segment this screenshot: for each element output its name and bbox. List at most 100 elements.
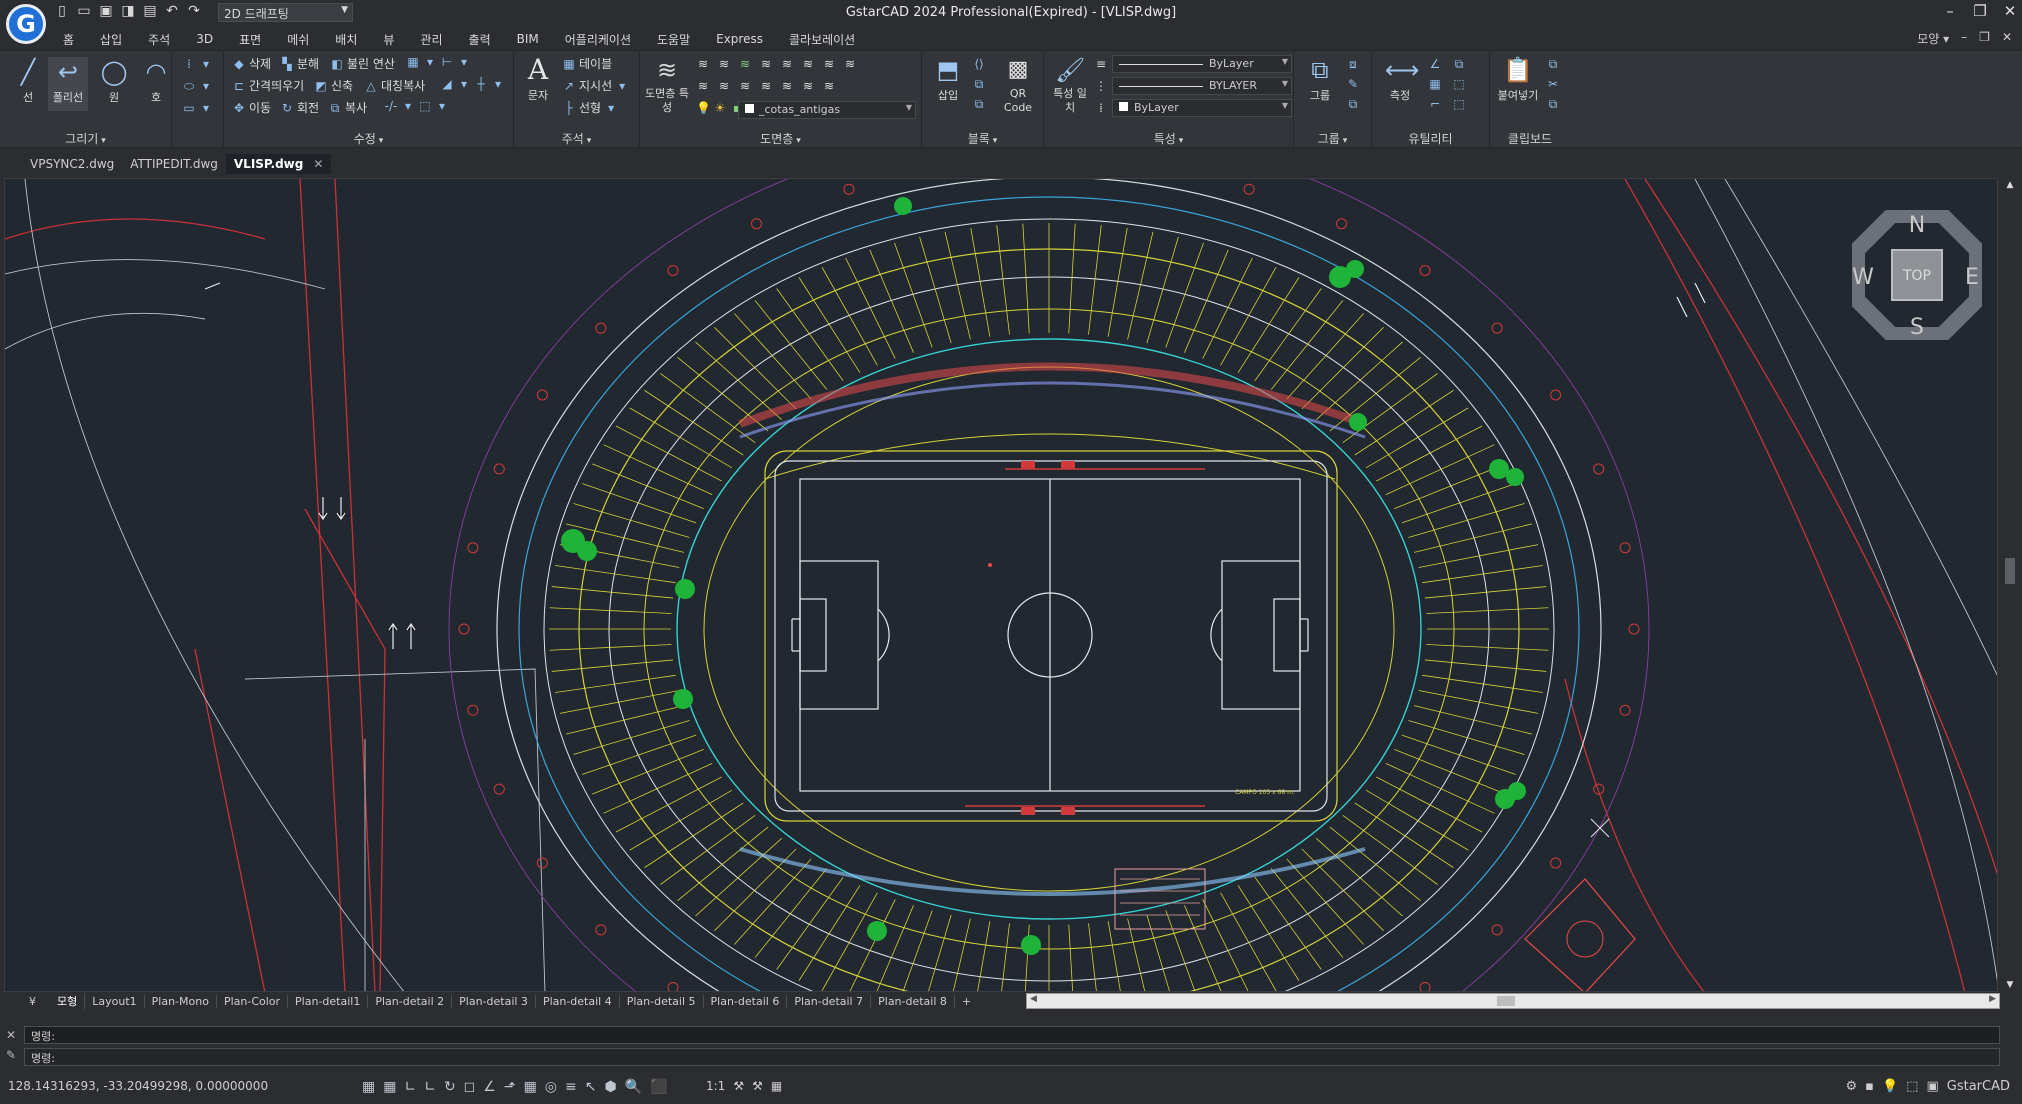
- ellipse-icon[interactable]: ⬭: [182, 79, 196, 93]
- settings-gear-icon[interactable]: ⚙: [1846, 1079, 1858, 1094]
- linear-dim-button[interactable]: ├ 선형 ▾: [562, 99, 618, 116]
- annotation-monitor-icon[interactable]: 🔍: [625, 1079, 642, 1095]
- save-icon[interactable]: ▣: [98, 3, 114, 19]
- close-button[interactable]: ✕: [2002, 2, 2018, 20]
- undo-icon[interactable]: ↶: [164, 3, 180, 19]
- rotate-button[interactable]: ↻ 회전: [280, 99, 319, 116]
- dynamic-ucs-icon[interactable]: ⬏: [504, 1079, 516, 1095]
- offset-button[interactable]: ⊏ 간격띄우기: [232, 77, 304, 94]
- panel-utilities-label[interactable]: 유틸리티: [1372, 130, 1489, 147]
- calculator-icon[interactable]: ▦: [1428, 77, 1442, 91]
- menu-item-surface[interactable]: 표면: [226, 31, 274, 48]
- cut-icon[interactable]: ✂: [1546, 77, 1560, 91]
- attribute-icon[interactable]: ⧉: [972, 97, 986, 111]
- app-logo[interactable]: G: [6, 4, 46, 44]
- fillet-tool[interactable]: ◢ ▾ ┼ ▾: [440, 77, 505, 91]
- annotation-visibility-icon[interactable]: ⚒: [733, 1079, 744, 1093]
- panel-block-label[interactable]: 블록 ▾: [922, 130, 1043, 147]
- menu-item-view[interactable]: 뷰: [370, 31, 407, 48]
- restore-button[interactable]: ❐: [1972, 2, 1988, 20]
- scroll-right-icon[interactable]: ▶: [1989, 994, 1996, 1004]
- trim-tool[interactable]: -/- ▾ ⬚ ▾: [384, 99, 449, 113]
- viewcube[interactable]: TOP N S E W: [1852, 210, 1982, 340]
- layer-unlock-icon[interactable]: ≋: [738, 79, 752, 93]
- copy-base-icon[interactable]: ⧉: [1546, 97, 1560, 111]
- stretch-button[interactable]: ◩ 신축: [314, 77, 353, 94]
- lineweight-toggle-icon[interactable]: ◎: [545, 1079, 557, 1095]
- menu-item-3d[interactable]: 3D: [183, 32, 226, 46]
- ribbon-close-button[interactable]: ✕: [2002, 30, 2012, 47]
- layer-delete-icon[interactable]: ≋: [780, 79, 794, 93]
- command-customize-icon[interactable]: ✎: [6, 1048, 16, 1062]
- line-button[interactable]: ╱ 선: [8, 57, 48, 105]
- layer-freeze-icon[interactable]: ≋: [759, 57, 773, 71]
- layer-lock-icon[interactable]: ≋: [780, 57, 794, 71]
- appearance-menu[interactable]: 모양 ▾: [1917, 30, 1949, 47]
- polar-icon[interactable]: ↻: [444, 1079, 456, 1095]
- explode-button[interactable]: ▚ 분해: [280, 55, 319, 72]
- new-file-icon[interactable]: ▯: [54, 3, 70, 19]
- table-button[interactable]: ▦ 테이블: [562, 55, 612, 72]
- group-edit-icon[interactable]: ✎: [1346, 77, 1360, 91]
- layout-tab-plan-detail6[interactable]: Plan-detail 6: [704, 994, 788, 1008]
- layout-tab-plan-detail7[interactable]: Plan-detail 7: [787, 994, 872, 1008]
- panel-annotation-label[interactable]: 주석 ▾: [514, 130, 639, 147]
- layout-tab-layout1[interactable]: Layout1: [85, 994, 145, 1008]
- scroll-left-icon[interactable]: ◀: [1030, 994, 1037, 1004]
- layout-tab-plan-detail1[interactable]: Plan-detail1: [288, 994, 369, 1008]
- mirror-button[interactable]: △ 대칭복사: [364, 77, 425, 94]
- otrack-icon[interactable]: ∠: [483, 1079, 496, 1095]
- layer-merge-icon[interactable]: ≋: [759, 79, 773, 93]
- scroll-down-icon[interactable]: ▼: [2002, 980, 2018, 990]
- copy-button[interactable]: ⧉ 복사: [328, 99, 367, 116]
- grid-icon[interactable]: ▦: [362, 1079, 375, 1095]
- compass-west[interactable]: W: [1852, 265, 1874, 290]
- panel-clipboard-label[interactable]: 클립보드: [1490, 130, 1570, 147]
- panel-group-label[interactable]: 그룹 ▾: [1294, 130, 1371, 147]
- array-button[interactable]: ▦ ▾ ⊢ ▾: [406, 55, 471, 69]
- arc-button[interactable]: ◠ 호: [136, 57, 176, 105]
- viewcube-top-label[interactable]: TOP: [1902, 268, 1931, 284]
- layer-thaw-icon[interactable]: ≋: [717, 79, 731, 93]
- sun-icon[interactable]: ☀: [713, 101, 727, 115]
- rectangle-icon[interactable]: ▭: [182, 101, 196, 115]
- vertical-scrollbar[interactable]: ▲ ▼: [2002, 178, 2018, 992]
- layout-tab-plan-color[interactable]: Plan-Color: [217, 994, 289, 1008]
- infer-icon[interactable]: ∟: [424, 1079, 436, 1095]
- isolate-objects-icon[interactable]: ⬚: [1906, 1079, 1918, 1094]
- menu-item-home[interactable]: 홈: [50, 31, 87, 48]
- text-button[interactable]: A 문자: [518, 55, 558, 103]
- filter-icon[interactable]: ⬚: [1452, 97, 1466, 111]
- snap-icon[interactable]: ▦: [383, 1079, 396, 1095]
- copy-clip-icon[interactable]: ⧉: [1546, 57, 1560, 71]
- annotation-scale[interactable]: 1:1 ⚒ ⚒ ▦: [706, 1079, 782, 1093]
- select-all-icon[interactable]: ⬚: [1452, 77, 1466, 91]
- menu-item-applications[interactable]: 어플리케이션: [552, 31, 644, 48]
- layout-tab-plan-detail2[interactable]: Plan-detail 2: [368, 994, 453, 1008]
- panel-properties-label[interactable]: 특성 ▾: [1044, 130, 1293, 147]
- menu-item-layout[interactable]: 배치: [322, 31, 370, 48]
- workspace-icon[interactable]: ⬛: [650, 1079, 667, 1095]
- point-icon[interactable]: ⁞: [182, 57, 196, 71]
- panel-layers-label[interactable]: 도면층 ▾: [640, 130, 921, 147]
- minimize-button[interactable]: –: [1942, 2, 1958, 20]
- layer-previous-icon[interactable]: ≋: [822, 57, 836, 71]
- measure-button[interactable]: ⟷ 측정: [1380, 55, 1420, 103]
- file-tab-attipedit[interactable]: ATTIPEDIT.dwg: [122, 154, 226, 174]
- layout-tab-plan-detail5[interactable]: Plan-detail 5: [620, 994, 704, 1008]
- layer-off-icon[interactable]: ≋: [696, 79, 710, 93]
- annotation-autoscale-icon[interactable]: ⚒: [752, 1079, 763, 1093]
- layer-select[interactable]: _cotas_antigas ▼: [738, 101, 916, 119]
- layer-on-icon[interactable]: ≋: [738, 57, 752, 71]
- layer-match-icon[interactable]: ≋: [801, 57, 815, 71]
- ribbon-restore-button[interactable]: ❐: [1979, 30, 1990, 47]
- menu-item-help[interactable]: 도움말: [644, 31, 703, 48]
- clean-screen-icon[interactable]: ▣: [1926, 1079, 1938, 1094]
- erase-button[interactable]: ◆ 삭제: [232, 55, 271, 72]
- qr-code-button[interactable]: ▩ QR Code: [996, 55, 1040, 115]
- horizontal-scroll-thumb[interactable]: [1497, 996, 1515, 1006]
- layout-tab-plan-detail4[interactable]: Plan-detail 4: [536, 994, 620, 1008]
- create-block-icon[interactable]: ⟨⟩: [972, 57, 986, 71]
- command-input[interactable]: 명령:: [24, 1048, 2000, 1066]
- 3d-osnap-icon[interactable]: ⬢: [604, 1079, 616, 1095]
